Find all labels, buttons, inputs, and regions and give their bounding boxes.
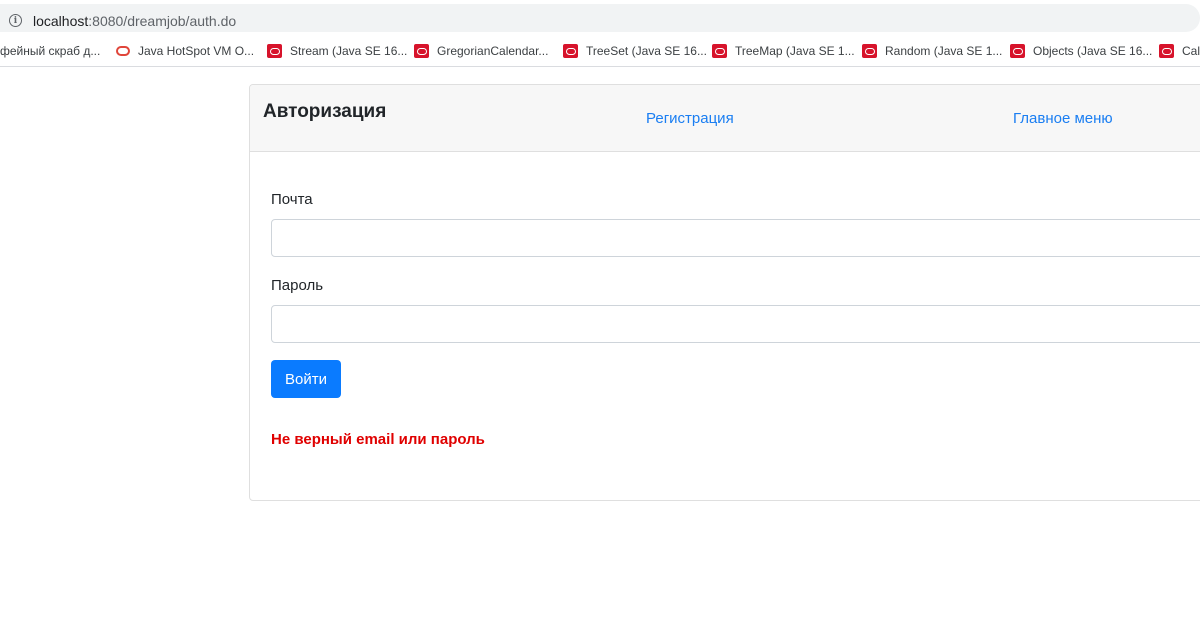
bookmark-label: Cal [1182,44,1200,58]
bookmark-label: Java HotSpot VM O... [138,44,255,58]
bookmark-label: Stream (Java SE 16... [290,44,408,58]
login-button[interactable]: Войти [271,360,341,398]
bookmark-item[interactable]: GregorianCalendar... [414,42,548,60]
bookmark-item[interactable]: Java HotSpot VM O... [115,42,254,60]
url-text[interactable]: localhost:8080/dreamjob/auth.do [33,13,236,29]
auth-card: Авторизация Регистрация Главное меню Поч… [249,84,1200,501]
register-link[interactable]: Регистрация [646,110,734,127]
bookmark-item[interactable]: Random (Java SE 1... [862,42,1002,60]
oracle-icon [712,44,727,58]
error-message: Не верный email или пароль [271,431,485,448]
bookmark-item[interactable]: Stream (Java SE 16... [267,42,407,60]
bookmark-item[interactable]: фейный скраб д... [0,42,100,60]
email-field[interactable] [271,219,1200,257]
email-label: Почта [271,191,313,208]
page-title: Авторизация [263,101,387,122]
bookmark-item[interactable]: Cal [1159,42,1200,60]
password-field[interactable] [271,305,1200,343]
site-info-icon[interactable]: i [9,14,22,27]
oracle-icon [563,44,578,58]
bookmark-label: TreeMap (Java SE 1... [735,44,855,58]
url-host: localhost [33,13,89,29]
bookmark-item[interactable]: Objects (Java SE 16... [1010,42,1152,60]
oracle-icon [267,44,282,58]
oracle-icon [862,44,877,58]
bookmark-label: Objects (Java SE 16... [1033,44,1153,58]
main-menu-link[interactable]: Главное меню [1013,110,1113,127]
oracle-ring-icon [115,44,130,58]
bookmark-label: Random (Java SE 1... [885,44,1003,58]
oracle-icon [1159,44,1174,58]
bookmark-label: GregorianCalendar... [437,44,549,58]
oracle-icon [1010,44,1025,58]
oracle-icon [414,44,429,58]
bookmark-label: TreeSet (Java SE 16... [586,44,707,58]
bookmark-label: фейный скраб д... [0,44,101,58]
bookmark-item[interactable]: TreeSet (Java SE 16... [563,42,707,60]
url-path: :8080/dreamjob/auth.do [88,13,237,29]
browser-address-bar: i localhost:8080/dreamjob/auth.do [0,0,1200,36]
card-header: Авторизация Регистрация Главное меню [250,85,1200,152]
bookmarks-bar: фейный скраб д... Java HotSpot VM O... S… [0,36,1200,67]
url-box[interactable]: i localhost:8080/dreamjob/auth.do [0,4,1200,32]
password-label: Пароль [271,277,324,294]
bookmark-item[interactable]: TreeMap (Java SE 1... [712,42,855,60]
